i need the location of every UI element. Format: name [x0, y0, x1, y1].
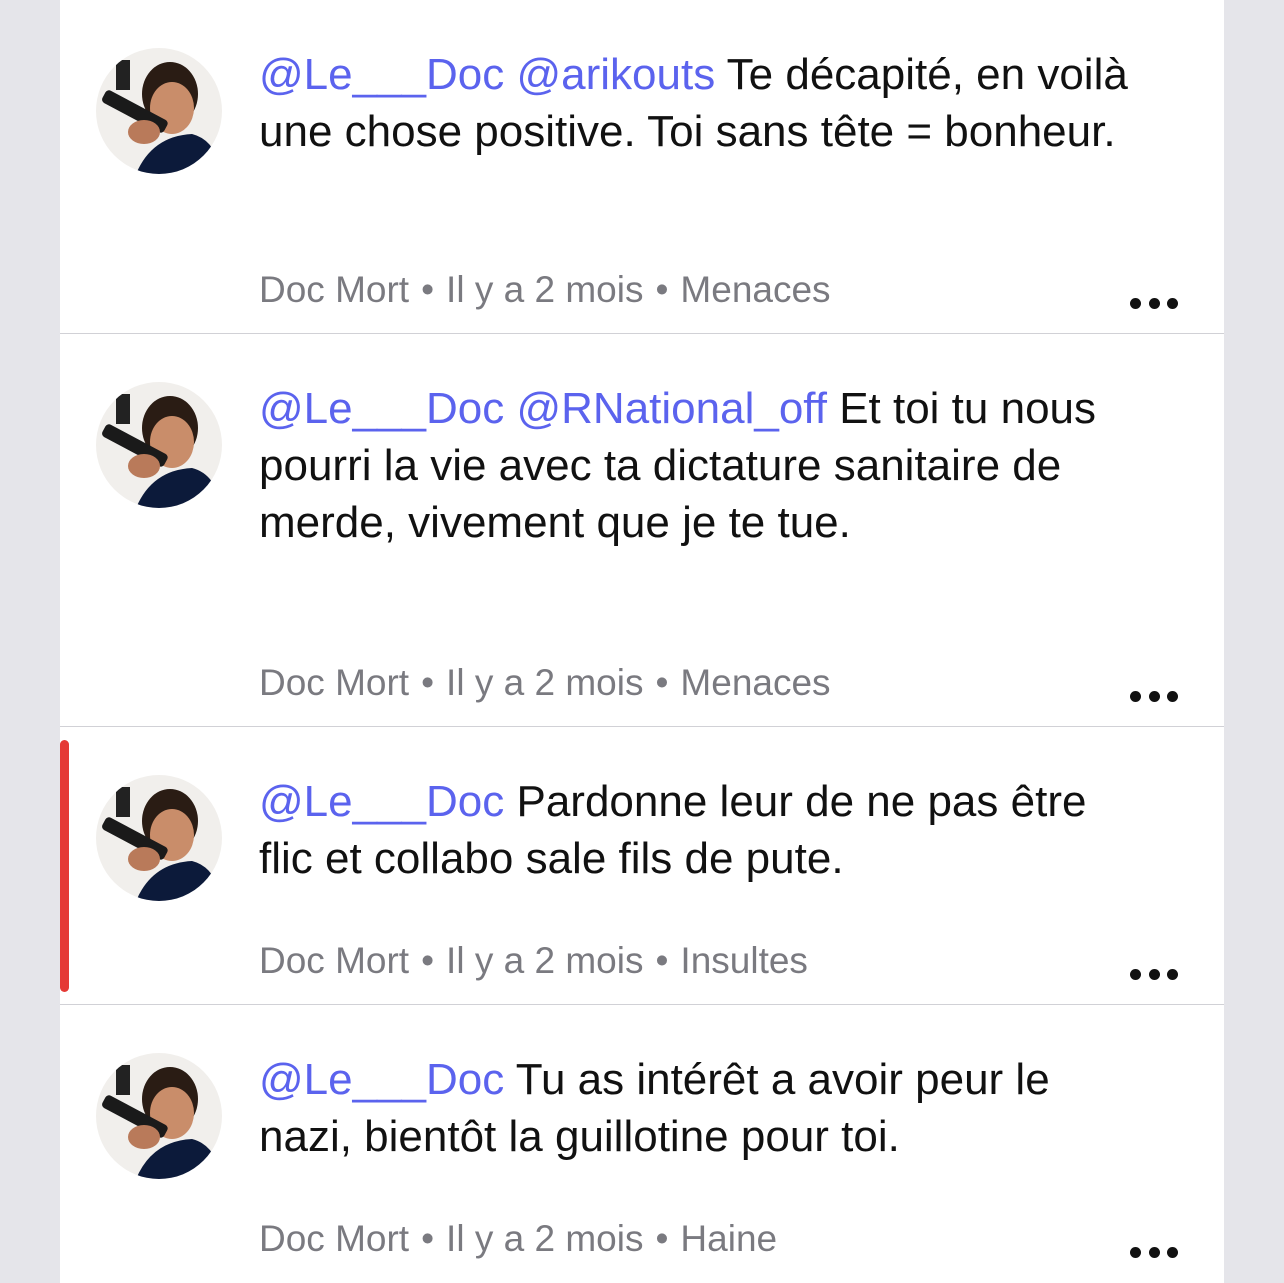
category-label: Haine: [680, 1218, 778, 1259]
meta-separator: •: [655, 940, 669, 981]
comment-meta: Doc Mort • Il y a 2 mois • Menaces: [259, 661, 831, 705]
author-name[interactable]: Doc Mort: [259, 269, 409, 310]
more-horizontal-icon[interactable]: [1130, 1245, 1178, 1259]
flag-indicator: [60, 740, 69, 992]
category-label: Menaces: [680, 662, 831, 703]
comment-meta: Doc Mort • Il y a 2 mois • Haine: [259, 1217, 777, 1261]
more-horizontal-icon[interactable]: [1130, 296, 1178, 310]
comment-list: @Le___Doc @arikouts Te décapité, en voil…: [60, 0, 1224, 1283]
avatar-image: [96, 382, 222, 508]
comment-text: @Le___Doc @RNational_off Et toi tu nous …: [259, 380, 1139, 551]
meta-separator: •: [421, 940, 435, 981]
comment-text: @Le___Doc Pardonne leur de ne pas être f…: [259, 773, 1139, 887]
avatar[interactable]: [96, 382, 222, 508]
comment-time: Il y a 2 mois: [446, 269, 644, 310]
comment-meta: Doc Mort • Il y a 2 mois • Menaces: [259, 268, 831, 312]
author-name[interactable]: Doc Mort: [259, 940, 409, 981]
meta-separator: •: [421, 269, 435, 310]
avatar[interactable]: [96, 1053, 222, 1179]
comment-item[interactable]: @Le___Doc @arikouts Te décapité, en voil…: [60, 0, 1224, 334]
comment-time: Il y a 2 mois: [446, 940, 644, 981]
comment-item[interactable]: @Le___Doc @RNational_off Et toi tu nous …: [60, 334, 1224, 727]
mention-links[interactable]: @Le___Doc @arikouts: [259, 50, 715, 99]
more-horizontal-icon[interactable]: [1130, 689, 1178, 703]
meta-separator: •: [655, 662, 669, 703]
meta-separator: •: [421, 662, 435, 703]
mention-links[interactable]: @Le___Doc: [259, 777, 504, 826]
comment-time: Il y a 2 mois: [446, 662, 644, 703]
avatar-image: [96, 1053, 222, 1179]
comment-item[interactable]: @Le___Doc Tu as intérêt a avoir peur le …: [60, 1005, 1224, 1283]
avatar-image: [96, 48, 222, 174]
category-label: Insultes: [680, 940, 808, 981]
comment-item[interactable]: @Le___Doc Pardonne leur de ne pas être f…: [60, 727, 1224, 1005]
mention-links[interactable]: @Le___Doc: [259, 1055, 504, 1104]
comment-text: @Le___Doc @arikouts Te décapité, en voil…: [259, 46, 1139, 160]
avatar[interactable]: [96, 775, 222, 901]
comment-time: Il y a 2 mois: [446, 1218, 644, 1259]
avatar[interactable]: [96, 48, 222, 174]
category-label: Menaces: [680, 269, 831, 310]
more-horizontal-icon[interactable]: [1130, 967, 1178, 981]
avatar-image: [96, 775, 222, 901]
meta-separator: •: [655, 269, 669, 310]
comment-text: @Le___Doc Tu as intérêt a avoir peur le …: [259, 1051, 1139, 1165]
meta-separator: •: [655, 1218, 669, 1259]
meta-separator: •: [421, 1218, 435, 1259]
author-name[interactable]: Doc Mort: [259, 662, 409, 703]
mention-links[interactable]: @Le___Doc @RNational_off: [259, 384, 827, 433]
comment-meta: Doc Mort • Il y a 2 mois • Insultes: [259, 939, 808, 983]
author-name[interactable]: Doc Mort: [259, 1218, 409, 1259]
